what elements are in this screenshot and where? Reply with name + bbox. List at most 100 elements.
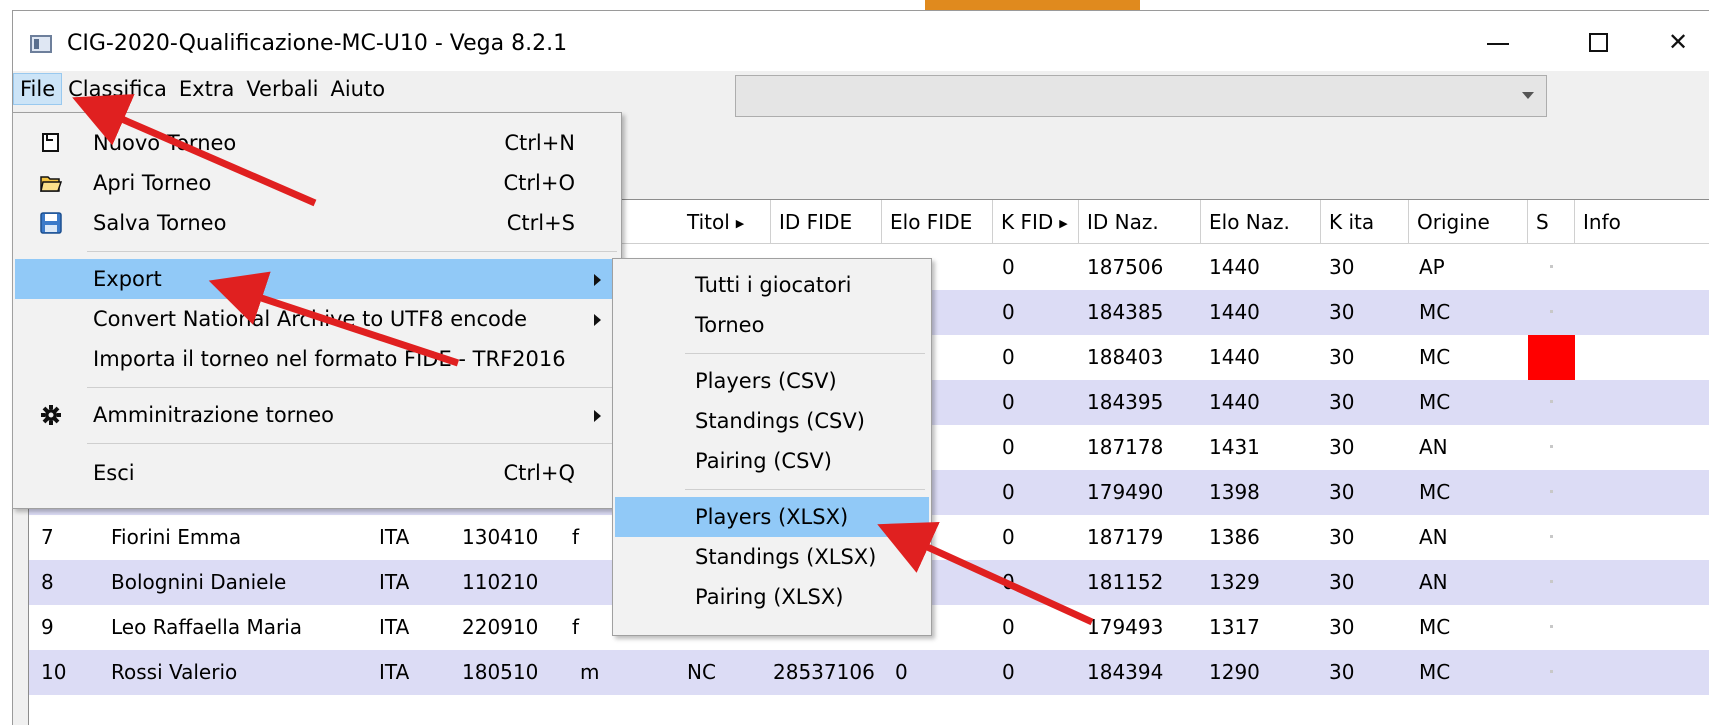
cell-origine: MC — [1419, 300, 1451, 324]
menu-item-save-tournament[interactable]: Salva Torneo Ctrl+S — [15, 203, 619, 243]
menu-item-tournament[interactable]: Torneo — [615, 305, 929, 345]
col-k-fid[interactable]: K FID ▶ — [993, 200, 1079, 244]
status-dot — [1550, 580, 1553, 583]
status-dot — [1550, 490, 1553, 493]
cell-k-ita: 30 — [1329, 615, 1355, 639]
col-s[interactable]: S — [1528, 200, 1575, 244]
cell-elo-naz: 1440 — [1209, 255, 1260, 279]
col-k-fid-label: K FID — [1001, 210, 1054, 234]
menu-extra[interactable]: Extra — [173, 74, 240, 104]
menu-item-pairing-xlsx[interactable]: Pairing (XLSX) — [615, 577, 929, 617]
menu-separator — [685, 353, 925, 354]
menu-item-tournament-admin[interactable]: Amminitrazione torneo — [15, 395, 619, 435]
cell-origine: AN — [1419, 435, 1448, 459]
cell-birth: 130410 — [462, 525, 539, 549]
sort-arrow-icon: ▶ — [1059, 217, 1068, 230]
cell-elo-naz: 1440 — [1209, 345, 1260, 369]
menu-item-exit[interactable]: Esci Ctrl+Q — [15, 453, 619, 493]
cell-origine: MC — [1419, 390, 1451, 414]
menu-item-convert-archive[interactable]: Convert National Archive to UTF8 encode — [15, 299, 619, 339]
menu-item-standings-csv[interactable]: Standings (CSV) — [615, 401, 929, 441]
menu-item-label: Standings (CSV) — [695, 409, 865, 433]
cell-sex: m — [580, 660, 600, 684]
col-origine[interactable]: Origine — [1409, 200, 1528, 244]
cell-name: Leo Raffaella Maria — [111, 615, 303, 639]
menu-item-label: Convert National Archive to UTF8 encode — [93, 307, 528, 331]
menu-item-standings-xlsx[interactable]: Standings (XLSX) — [615, 537, 929, 577]
menu-bar: File Classifica Extra Verbali Aiuto — [13, 71, 713, 107]
col-id-naz[interactable]: ID Naz. — [1079, 200, 1201, 244]
close-icon: ✕ — [1667, 28, 1689, 56]
cell-k-fide: 0 — [1002, 525, 1015, 549]
cell-origine: MC — [1419, 660, 1451, 684]
cell-k-fide: 0 — [1002, 570, 1015, 594]
menu-item-import-trf[interactable]: Importa il torneo nel formato FIDE - TRF… — [15, 339, 619, 379]
menu-separator — [685, 489, 925, 490]
cell-sex: f — [572, 525, 580, 549]
menu-item-open-tournament[interactable]: Apri Torneo Ctrl+O — [15, 163, 619, 203]
window-title: CIG-2020-Qualificazione-MC-U10 - Vega 8.… — [67, 31, 568, 56]
cell-number: 10 — [41, 660, 67, 684]
gear-icon — [41, 405, 61, 425]
status-dot — [1550, 265, 1553, 268]
status-dot — [1550, 670, 1553, 673]
menu-classifica[interactable]: Classifica — [62, 74, 173, 104]
cell-k-ita: 30 — [1329, 525, 1355, 549]
cell-id-naz: 179493 — [1087, 615, 1164, 639]
menu-item-label: Esci — [93, 461, 135, 485]
menu-item-label: Standings (XLSX) — [695, 545, 877, 569]
cell-id-naz: 188403 — [1087, 345, 1164, 369]
menu-item-new-tournament[interactable]: Nuovo Torneo Ctrl+N — [15, 123, 619, 163]
col-info[interactable]: Info — [1575, 200, 1709, 244]
cell-elo-naz: 1317 — [1209, 615, 1260, 639]
cell-name: Bolognini Daniele — [111, 570, 287, 594]
cell-id-naz: 184395 — [1087, 390, 1164, 414]
table-row[interactable]: 10 Rossi Valerio ITA 180510 m NC 2853710… — [29, 650, 1709, 695]
cell-birth: 180510 — [462, 660, 539, 684]
cell-titol: NC — [687, 660, 716, 684]
menu-verbali[interactable]: Verbali — [240, 74, 324, 104]
submenu-arrow-icon — [594, 274, 601, 286]
col-k-ita[interactable]: K ita — [1321, 200, 1409, 244]
cell-k-fide: 0 — [1002, 345, 1015, 369]
menu-item-all-players[interactable]: Tutti i giocatori — [615, 265, 929, 305]
menu-separator — [87, 251, 617, 252]
title-bar[interactable]: CIG-2020-Qualificazione-MC-U10 - Vega 8.… — [13, 11, 1709, 71]
menu-separator — [87, 443, 617, 444]
cell-fed: ITA — [379, 525, 410, 549]
minimize-button[interactable] — [1453, 21, 1543, 63]
status-dot — [1550, 625, 1553, 628]
status-dot — [1550, 535, 1553, 538]
cell-origine: AN — [1419, 525, 1448, 549]
cell-number: 8 — [41, 570, 54, 594]
cell-k-ita: 30 — [1329, 390, 1355, 414]
cell-sex: f — [572, 615, 580, 639]
maximize-icon — [1588, 32, 1608, 52]
col-elo-naz[interactable]: Elo Naz. — [1201, 200, 1321, 244]
cell-k-fide: 0 — [1002, 255, 1015, 279]
col-id-fide[interactable]: ID FIDE — [771, 200, 882, 244]
col-elo-fide[interactable]: Elo FIDE — [882, 200, 993, 244]
menu-item-label: Players (XLSX) — [695, 505, 849, 529]
menu-aiuto[interactable]: Aiuto — [324, 74, 391, 104]
cell-elo-naz: 1329 — [1209, 570, 1260, 594]
cell-elo-naz: 1386 — [1209, 525, 1260, 549]
menu-item-pairing-csv[interactable]: Pairing (CSV) — [615, 441, 929, 481]
tournament-select[interactable] — [735, 75, 1547, 117]
menu-item-label: Nuovo Torneo — [93, 131, 237, 155]
col-titol[interactable]: Titol ▶ — [679, 200, 771, 244]
menu-item-label: Tutti i giocatori — [695, 273, 852, 297]
new-document-icon — [42, 133, 59, 152]
maximize-button[interactable] — [1553, 21, 1643, 63]
menu-item-players-csv[interactable]: Players (CSV) — [615, 361, 929, 401]
cell-id-naz: 187179 — [1087, 525, 1164, 549]
menu-file[interactable]: File — [13, 73, 63, 105]
cell-birth: 110210 — [462, 570, 539, 594]
floppy-disk-icon — [40, 212, 62, 234]
menu-item-players-xlsx[interactable]: Players (XLSX) — [615, 497, 929, 537]
menu-item-label: Pairing (CSV) — [695, 449, 832, 473]
close-button[interactable]: ✕ — [1643, 21, 1709, 63]
menu-item-export[interactable]: Export — [15, 259, 619, 299]
cell-id-naz: 184385 — [1087, 300, 1164, 324]
submenu-arrow-icon — [594, 314, 601, 326]
